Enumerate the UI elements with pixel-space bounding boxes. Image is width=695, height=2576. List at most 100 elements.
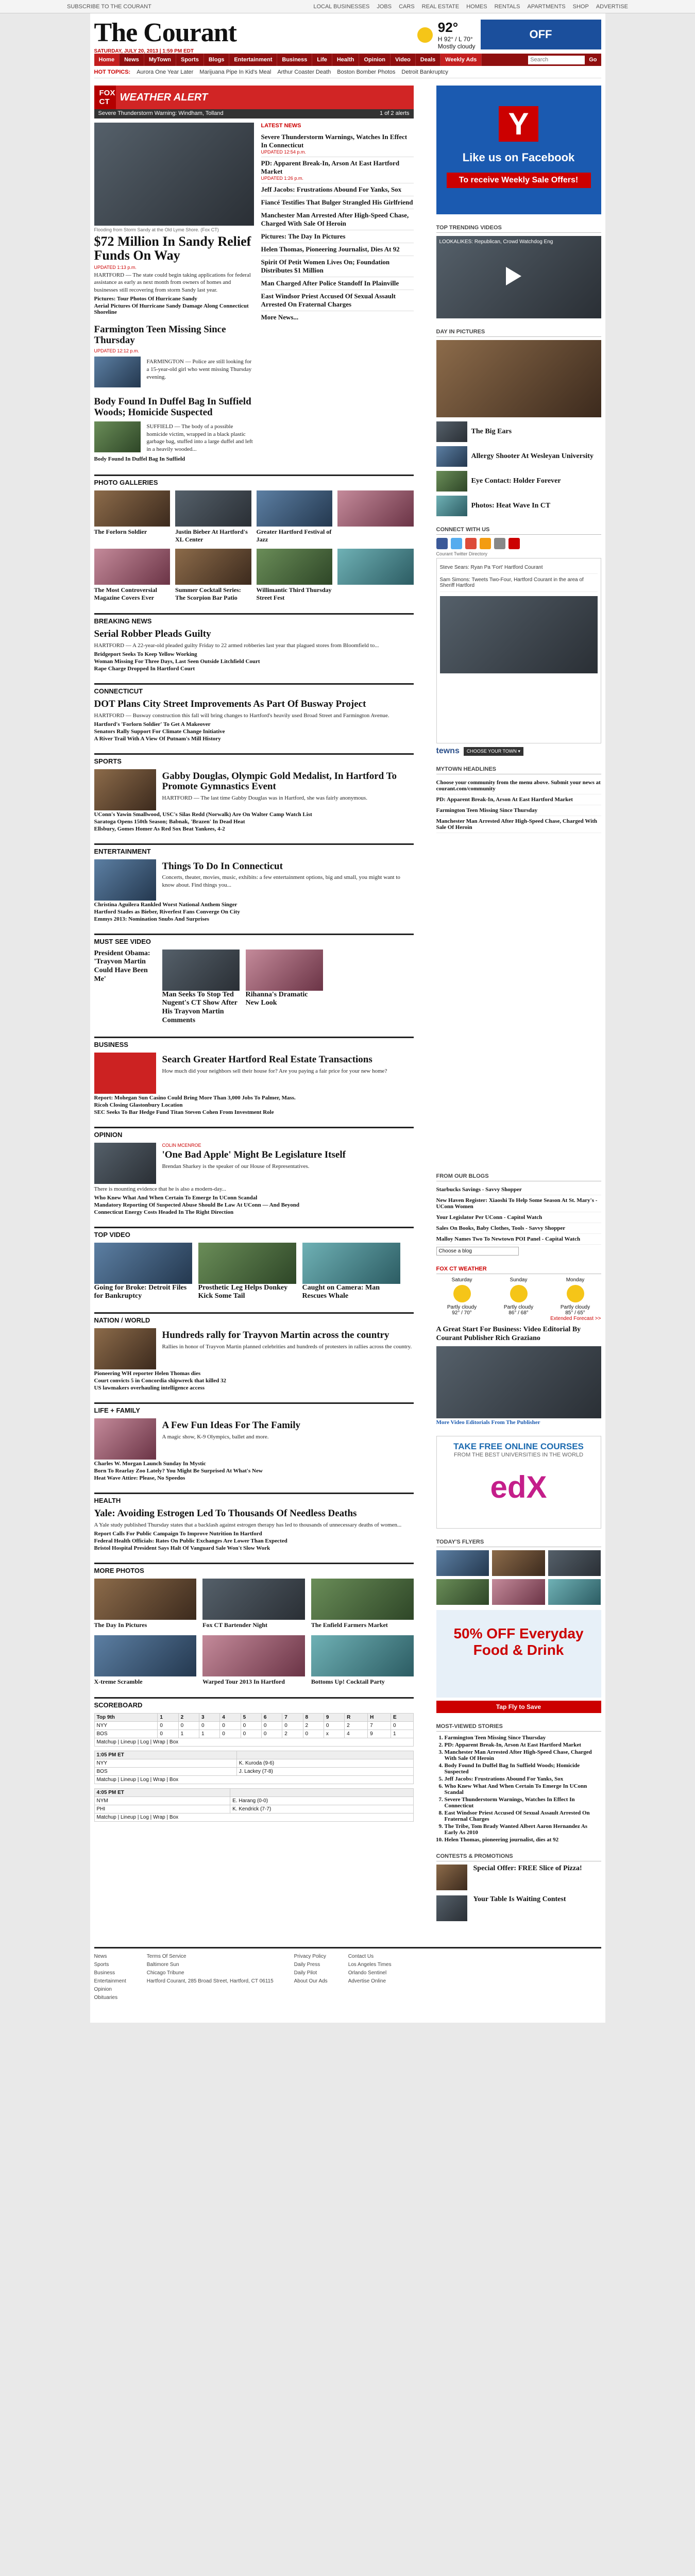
section-headline[interactable]: Gabby Douglas, Olympic Gold Medalist, In…	[162, 771, 414, 793]
contest-title[interactable]: Your Table Is Waiting Contest	[473, 1895, 566, 1921]
section-link[interactable]: US lawmakers overhauling intelligence ac…	[94, 1385, 414, 1391]
nav-item-news[interactable]: News	[120, 54, 144, 66]
nav-item-video[interactable]: Video	[391, 54, 416, 66]
mobile-icon[interactable]	[494, 538, 505, 549]
day-item[interactable]: The Big Ears	[436, 421, 601, 442]
subscribe-link[interactable]: SUBSCRIBE TO THE COURANT	[67, 4, 151, 10]
section-link[interactable]: Saratoga Opens 150th Season; Babnak, 'Br…	[94, 819, 414, 825]
nav-item-business[interactable]: Business	[277, 54, 313, 66]
section-headline[interactable]: Things To Do In Connecticut	[162, 861, 414, 872]
mytown-item[interactable]: Farmington Teen Missing Since Thursday	[436, 805, 601, 816]
lead-related-link[interactable]: Aerial Pictures Of Hurricane Sandy Damag…	[94, 303, 254, 315]
most-viewed-item[interactable]: PD: Apparent Break-In, Arson At East Har…	[445, 1742, 601, 1748]
section-link[interactable]: Christina Aguilera Rankled Worst Nationa…	[94, 902, 414, 908]
hot-topic-link[interactable]: Arthur Coaster Death	[277, 69, 331, 75]
section-headline[interactable]: Hundreds rally for Trayvon Martin across…	[162, 1330, 412, 1341]
section-link[interactable]: Woman Missing For Three Days, Last Seen …	[94, 658, 414, 665]
gallery-item[interactable]: The Forlorn Soldier	[94, 490, 170, 544]
day-item[interactable]: Eye Contact: Holder Forever	[436, 471, 601, 492]
section-thumb[interactable]	[94, 769, 156, 810]
nav-item-deals[interactable]: Deals	[416, 54, 441, 66]
blog-item[interactable]: Malloy Names Two To Newtown POI Panel - …	[436, 1234, 601, 1245]
flyer-ad[interactable]: 50% OFF Everyday Food & Drink	[436, 1609, 601, 1698]
section-link[interactable]: Hartford Stades as Bieber, Riverfest Fan…	[94, 909, 414, 915]
gallery-item[interactable]: Willimantic Third Thursday Street Fest	[256, 549, 332, 602]
video-item[interactable]: Going for Broke: Detroit Files for Bankr…	[94, 1242, 192, 1301]
footer-link[interactable]: Los Angeles Times	[348, 1961, 392, 1969]
latest-item[interactable]: Fiancé Testifies That Bulger Strangled H…	[261, 196, 414, 209]
footer-link[interactable]: Daily Press	[294, 1961, 328, 1969]
section-link[interactable]: UConn's Yawin Smallwood, USC's Silas Red…	[94, 811, 414, 818]
team-cell[interactable]: BOS	[94, 1767, 237, 1776]
util-link[interactable]: CARS	[399, 4, 415, 10]
story-headline[interactable]: Farmington Teen Missing Since Thursday	[94, 324, 254, 346]
flyer-thumb[interactable]	[548, 1579, 601, 1605]
day-main-photo[interactable]	[436, 340, 601, 417]
latest-item[interactable]: Manchester Man Arrested After High-Speed…	[261, 209, 414, 230]
most-viewed-item[interactable]: East Windsor Priest Accused Of Sexual As…	[445, 1810, 601, 1822]
nav-item-life[interactable]: Life	[312, 54, 332, 66]
hot-topic-link[interactable]: Boston Bomber Photos	[337, 69, 395, 75]
team-cell[interactable]: BOS	[94, 1729, 158, 1738]
flyer-thumb[interactable]	[492, 1579, 545, 1605]
footer-link[interactable]: Chicago Tribune	[147, 1969, 274, 1977]
twitter-directory-link[interactable]: Courant Twitter Directory	[436, 551, 601, 556]
photo-item[interactable]: The Day In Pictures	[94, 1578, 197, 1629]
nav-item-sports[interactable]: Sports	[176, 54, 204, 66]
photo-item[interactable]: Fox CT Bartender Night	[202, 1578, 305, 1629]
photo-item[interactable]: Warped Tour 2013 In Hartford	[202, 1635, 305, 1686]
flyer-thumb[interactable]	[548, 1550, 601, 1576]
section-headline[interactable]: A Few Fun Ideas For The Family	[162, 1420, 300, 1431]
gallery-item[interactable]: Greater Hartford Festival of Jazz	[256, 490, 332, 544]
section-link[interactable]: Rape Charge Dropped In Hartford Court	[94, 666, 414, 672]
day-item[interactable]: Allergy Shooter At Wesleyan University	[436, 446, 601, 467]
game-links[interactable]: Matchup | Lineup | Log | Wrap | Box	[94, 1737, 414, 1747]
util-link[interactable]: JOBS	[377, 4, 392, 10]
blog-item[interactable]: Starbucks Savings - Savvy Shopper	[436, 1184, 601, 1195]
section-link[interactable]: Bridgeport Seeks To Keep Yellow Working	[94, 651, 414, 657]
mytown-item[interactable]: PD: Apparent Break-In, Arson At East Har…	[436, 794, 601, 805]
footer-link[interactable]: Obituaries	[94, 1994, 126, 2002]
footer-link[interactable]: Opinion	[94, 1986, 126, 1994]
most-viewed-item[interactable]: Jeff Jacobs: Frustrations Abound For Yan…	[445, 1776, 601, 1782]
video-item[interactable]: President Obama: 'Trayvon Martin Could H…	[94, 950, 156, 1025]
section-link[interactable]: Connecticut Energy Costs Headed In The R…	[94, 1209, 414, 1215]
util-link[interactable]: RENTALS	[495, 4, 520, 10]
site-logo[interactable]: The Courant	[94, 20, 237, 46]
util-link[interactable]: ADVERTISE	[596, 4, 628, 10]
section-thumb[interactable]	[94, 859, 156, 901]
photo-item[interactable]: The Enfield Farmers Market	[311, 1578, 414, 1629]
video-item[interactable]: Caught on Camera: Man Rescues Whale	[302, 1242, 400, 1301]
video-editorial-player[interactable]	[436, 1346, 601, 1418]
footer-link[interactable]: Baltimore Sun	[147, 1961, 274, 1969]
latest-item[interactable]: Spirit Of Petit Women Lives On; Foundati…	[261, 256, 414, 277]
search-input[interactable]	[528, 55, 585, 64]
blog-item[interactable]: Your Legislator Per UConn - Capitol Watc…	[436, 1212, 601, 1223]
most-viewed-item[interactable]: Who Knew What And When Certain To Emerge…	[445, 1783, 601, 1795]
more-news-link[interactable]: More News...	[261, 311, 414, 324]
flyer-thumb[interactable]	[436, 1579, 489, 1605]
lead-related-link[interactable]: Pictures: Tour Photos Of Hurricane Sandy	[94, 296, 254, 302]
section-thumb[interactable]	[94, 1052, 156, 1094]
video-editorial-more[interactable]: More Video Editorials From The Publisher	[436, 1419, 601, 1426]
weather-alert-ticker[interactable]: Severe Thunderstorm Warning: Windham, To…	[94, 109, 414, 118]
story-related-link[interactable]: Body Found In Duffel Bag In Suffield	[94, 456, 254, 462]
story-headline[interactable]: Body Found In Duffel Bag In Suffield Woo…	[94, 396, 254, 418]
video-item[interactable]: Rihanna's Dramatic New Look	[245, 949, 323, 1025]
section-link[interactable]: Ricoh Closing Glastonbury Location	[94, 1102, 414, 1108]
footer-link[interactable]: Privacy Policy	[294, 1953, 328, 1961]
latest-item[interactable]: Man Charged After Police Standoff In Pla…	[261, 277, 414, 290]
facebook-icon[interactable]	[436, 538, 448, 549]
photo-item[interactable]: X-treme Scramble	[94, 1635, 197, 1686]
nav-item-entertainment[interactable]: Entertainment	[229, 54, 278, 66]
blog-item[interactable]: Sales On Books, Baby Clothes, Tools - Sa…	[436, 1223, 601, 1234]
game-links[interactable]: Matchup | Lineup | Log | Wrap | Box	[94, 1775, 414, 1784]
team-cell[interactable]: PHI	[94, 1804, 231, 1814]
twitter-feed[interactable]: Steve Sears: Ryan Pa 'Fort' Hartford Cou…	[436, 558, 601, 743]
bigy-ad[interactable]: Y Like us on Facebook To receive Weekly …	[436, 86, 601, 214]
section-headline[interactable]: DOT Plans City Street Improvements As Pa…	[94, 699, 414, 710]
day-item[interactable]: Photos: Heat Wave In CT	[436, 496, 601, 516]
nav-item-opinion[interactable]: Opinion	[359, 54, 391, 66]
latest-item[interactable]: Pictures: The Day In Pictures	[261, 230, 414, 243]
section-headline[interactable]: 'One Bad Apple' Might Be Legislature Its…	[162, 1149, 346, 1161]
